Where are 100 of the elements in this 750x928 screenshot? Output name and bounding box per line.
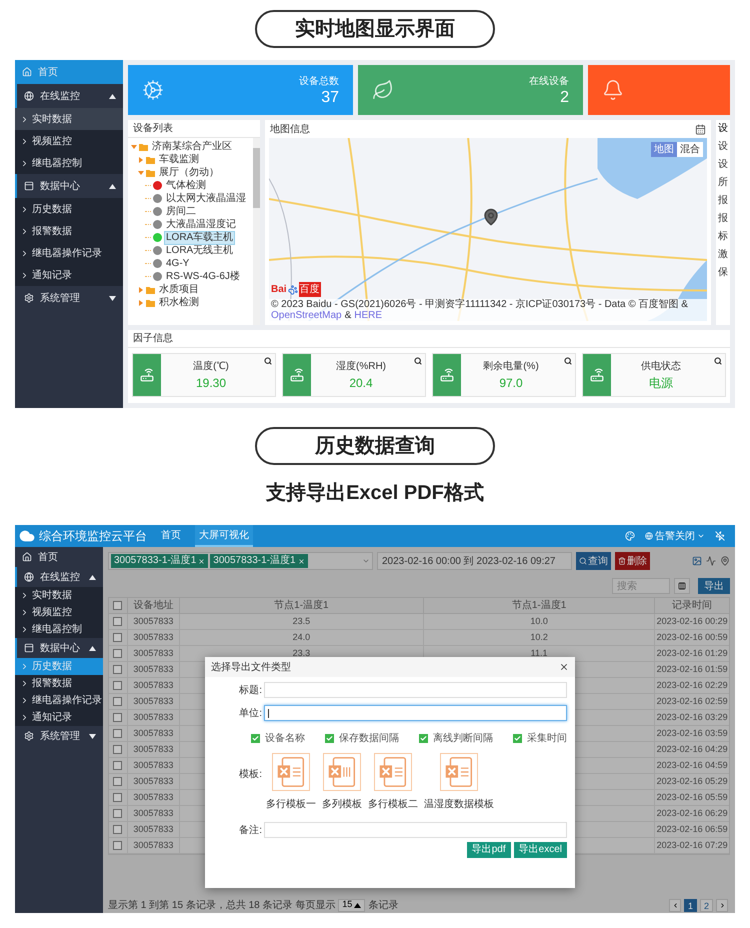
search-icon[interactable] bbox=[564, 357, 572, 365]
checkbox[interactable] bbox=[113, 601, 122, 610]
table-cell-text: 11.1 bbox=[530, 646, 548, 660]
column-header[interactable]: 设备地址 bbox=[133, 598, 174, 613]
checkbox[interactable] bbox=[113, 777, 122, 786]
calendar-icon[interactable] bbox=[695, 124, 706, 134]
tree-item[interactable]: 以太网大液晶温湿 bbox=[164, 192, 248, 206]
sidebar-item[interactable]: 视频监控 bbox=[15, 604, 103, 621]
spreadsheet-template-icon[interactable] bbox=[440, 753, 478, 791]
tree-item[interactable]: RS-WS-4G-6J楼 bbox=[164, 270, 242, 284]
chevron-right-icon bbox=[20, 158, 29, 168]
checkbox[interactable] bbox=[113, 793, 122, 802]
nav-tab[interactable]: 首页 bbox=[157, 525, 185, 547]
export-button[interactable]: 导出pdf bbox=[466, 842, 511, 858]
checkbox[interactable] bbox=[419, 734, 428, 743]
tree-item[interactable]: 房间二 bbox=[164, 204, 198, 218]
map-type-tab[interactable]: 混合 bbox=[677, 142, 703, 157]
tree-item[interactable]: 4G-Y bbox=[164, 256, 192, 270]
search-icon[interactable] bbox=[714, 357, 722, 365]
tree-item[interactable]: 水质项目 bbox=[157, 282, 201, 296]
checkbox[interactable] bbox=[325, 734, 334, 743]
date-range-field[interactable]: 2023-02-16 00:00 到 2023-02-16 09:27 bbox=[377, 552, 572, 570]
delete-button[interactable]: 删除 bbox=[615, 552, 650, 570]
column-header[interactable]: 节点1-温度1 bbox=[512, 598, 566, 613]
search-field[interactable]: 搜索 bbox=[612, 578, 670, 594]
checkbox[interactable] bbox=[513, 734, 522, 743]
alarm-dropdown[interactable]: 告警关闭 bbox=[645, 528, 705, 544]
filter-tag[interactable]: 30057833-1-温度1 bbox=[210, 554, 308, 568]
tree-item[interactable]: 积水检测 bbox=[157, 296, 201, 310]
tree-item[interactable]: 展厅（勿动） bbox=[157, 166, 221, 180]
scrollbar[interactable] bbox=[253, 138, 260, 325]
sidebar-item[interactable]: 继电器控制 bbox=[15, 152, 123, 174]
checkbox[interactable] bbox=[113, 681, 122, 690]
spreadsheet-template-icon[interactable] bbox=[323, 753, 361, 791]
map-pin-icon[interactable] bbox=[720, 556, 730, 566]
tree-item[interactable]: 大液晶温湿度记 bbox=[164, 218, 238, 232]
activity-icon[interactable] bbox=[706, 556, 716, 566]
checkbox[interactable] bbox=[113, 745, 122, 754]
sidebar-item[interactable]: 继电器操作记录 bbox=[15, 692, 103, 709]
checkbox[interactable] bbox=[113, 841, 122, 850]
sidebar-item[interactable]: 视频监控 bbox=[15, 130, 123, 152]
collapsed-arrow-icon[interactable] bbox=[138, 156, 144, 162]
tag-select[interactable]: 30057833-1-温度1 30057833-1-温度1 bbox=[108, 552, 373, 570]
map-link[interactable]: HERE bbox=[354, 310, 382, 321]
column-header[interactable]: 记录时间 bbox=[672, 598, 712, 613]
column-header[interactable]: 节点1-温度1 bbox=[274, 598, 329, 613]
checkbox[interactable] bbox=[113, 665, 122, 674]
next-page-button[interactable] bbox=[716, 898, 728, 912]
expanded-arrow-icon[interactable] bbox=[138, 170, 144, 176]
sidebar-item[interactable]: 报警数据 bbox=[15, 220, 123, 242]
palette-icon[interactable] bbox=[625, 531, 635, 541]
chevron-left-icon bbox=[672, 902, 678, 908]
tree-item[interactable]: 气体检测 bbox=[164, 178, 208, 192]
checkbox[interactable] bbox=[113, 809, 122, 818]
input-field[interactable] bbox=[264, 705, 567, 721]
image-icon[interactable] bbox=[692, 556, 702, 566]
checkbox[interactable] bbox=[113, 729, 122, 738]
checkbox[interactable] bbox=[113, 617, 122, 626]
sidebar-item[interactable]: 继电器操作记录 bbox=[15, 242, 123, 264]
page-button[interactable]: 1 bbox=[684, 898, 697, 912]
checkbox[interactable] bbox=[251, 734, 260, 743]
dialog-title: 选择导出文件类型 bbox=[211, 660, 291, 674]
map-link[interactable]: OpenStreetMap bbox=[271, 310, 342, 321]
checkbox[interactable] bbox=[113, 697, 122, 706]
collapsed-arrow-icon[interactable] bbox=[138, 286, 144, 292]
page-size-select[interactable]: 15 bbox=[338, 898, 366, 912]
tree-item[interactable]: 车载监测 bbox=[157, 152, 201, 166]
sidebar-item[interactable]: 历史数据 bbox=[15, 198, 123, 220]
sidebar-item[interactable]: 通知记录 bbox=[15, 264, 123, 286]
page-button[interactable]: 2 bbox=[700, 898, 713, 912]
sidebar-item[interactable]: 报警数据 bbox=[15, 675, 103, 692]
checkbox[interactable] bbox=[113, 649, 122, 658]
collapsed-arrow-icon[interactable] bbox=[138, 300, 144, 306]
checkbox[interactable] bbox=[113, 713, 122, 722]
sidebar-item[interactable]: 通知记录 bbox=[15, 709, 103, 726]
tree-item[interactable]: LORA无线主机 bbox=[164, 244, 236, 258]
export-button[interactable]: 导出excel bbox=[514, 842, 567, 858]
sidebar-item[interactable]: 实时数据 bbox=[15, 587, 103, 604]
close-icon[interactable] bbox=[559, 662, 569, 672]
spreadsheet-template-icon[interactable] bbox=[374, 753, 412, 791]
search-icon[interactable] bbox=[414, 357, 422, 365]
expanded-arrow-icon[interactable] bbox=[131, 144, 137, 150]
remove-icon[interactable] bbox=[298, 558, 305, 564]
spreadsheet-template-icon[interactable] bbox=[272, 753, 310, 791]
zap-off-icon[interactable] bbox=[715, 531, 725, 541]
checkbox[interactable] bbox=[113, 761, 122, 770]
export-button[interactable]: 导出 bbox=[698, 578, 730, 594]
columns-button[interactable] bbox=[674, 578, 690, 594]
search-icon[interactable] bbox=[264, 357, 272, 365]
previous-page-button[interactable] bbox=[669, 898, 681, 912]
filter-tag[interactable]: 30057833-1-温度1 bbox=[111, 554, 208, 568]
tree-item[interactable]: 济南某综合产业区 bbox=[150, 140, 234, 154]
query-button[interactable]: 查询 bbox=[576, 552, 611, 570]
checkbox[interactable] bbox=[113, 825, 122, 834]
remove-icon[interactable] bbox=[198, 558, 206, 564]
sidebar-item[interactable]: 继电器控制 bbox=[15, 621, 103, 638]
checkbox[interactable] bbox=[113, 633, 122, 642]
tree-item[interactable]: LORA车载主机 bbox=[164, 230, 236, 244]
map-pin-icon[interactable] bbox=[482, 208, 500, 226]
sidebar-item[interactable]: 实时数据 bbox=[15, 108, 123, 130]
